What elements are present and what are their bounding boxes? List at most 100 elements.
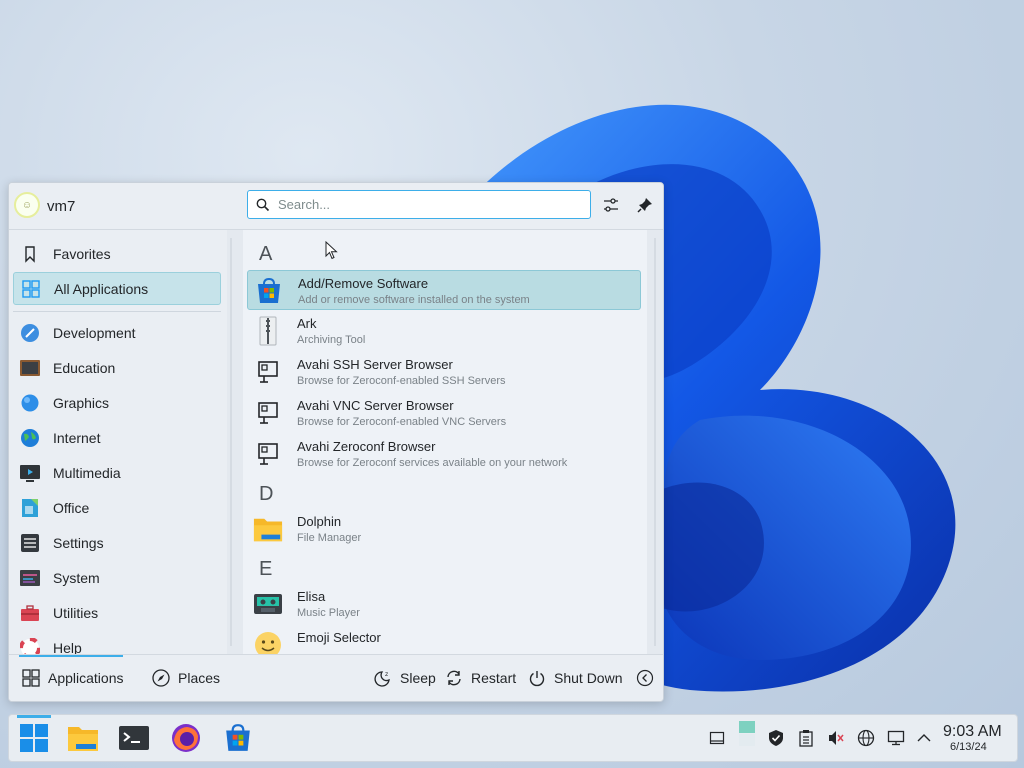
tab-label: Places xyxy=(178,670,221,686)
app-name: Elisa xyxy=(297,589,326,604)
sidebar-item-label: Settings xyxy=(53,534,104,551)
sidebar-item-graphics[interactable]: Graphics xyxy=(13,386,221,419)
software-store-icon xyxy=(226,724,250,751)
grid-icon xyxy=(20,278,42,300)
tab-places[interactable]: Places xyxy=(151,667,220,689)
start-menu-icon xyxy=(20,724,48,752)
sidebar-item-system[interactable]: System xyxy=(13,561,221,594)
taskbar-konsole[interactable] xyxy=(117,721,151,755)
app-description: Browse for Zeroconf services available o… xyxy=(297,457,568,469)
clock-time[interactable]: 9:03 AM xyxy=(943,723,1002,741)
tray-show-desktop[interactable] xyxy=(707,728,727,748)
system-icon xyxy=(19,567,41,589)
application-launcher: ☺ vm7 Search... Favorites All Applicatio… xyxy=(8,182,664,702)
taskbar-firefox[interactable] xyxy=(169,721,203,755)
clipboard-icon xyxy=(799,730,813,747)
sidebar-item-favorites[interactable]: Favorites xyxy=(13,237,221,270)
search-input[interactable] xyxy=(276,196,580,213)
taskbar: 9:03 AM 6/13/24 xyxy=(8,714,1018,762)
app-name: Add/Remove Software xyxy=(298,276,429,291)
app-description: Browse for Zeroconf-enabled VNC Servers xyxy=(297,416,507,428)
tray-network[interactable] xyxy=(856,728,876,748)
launcher-button[interactable] xyxy=(17,721,51,755)
list-item-dolphin[interactable]: Dolphin File Manager xyxy=(247,509,641,549)
taskbar-dolphin[interactable] xyxy=(66,721,100,755)
clock-date[interactable]: 6/13/24 xyxy=(950,741,987,753)
sidebar-item-label: All Applications xyxy=(54,280,149,297)
display-icon xyxy=(887,730,905,746)
applist-scrollbar[interactable] xyxy=(647,230,663,654)
svg-text:z: z xyxy=(385,671,388,678)
app-name: Emoji Selector xyxy=(297,630,381,645)
leave-options-button[interactable] xyxy=(635,667,662,689)
sidebar-item-label: Favorites xyxy=(53,245,111,262)
sliders-icon xyxy=(604,198,618,212)
tray-volume[interactable] xyxy=(826,728,846,748)
sleep-icon: z xyxy=(373,668,393,688)
sidebar-item-label: Utilities xyxy=(53,604,99,621)
tray-security[interactable] xyxy=(766,728,786,748)
cassette-icon xyxy=(253,589,283,619)
grid-icon xyxy=(21,668,41,688)
restart-button[interactable]: Restart xyxy=(444,667,516,689)
sidebar-item-label: Multimedia xyxy=(53,464,121,481)
restart-icon xyxy=(444,668,464,688)
configure-button[interactable] xyxy=(599,193,623,217)
list-item-avahi-ssh[interactable]: Avahi SSH Server Browser Browse for Zero… xyxy=(247,352,641,392)
tab-applications[interactable]: Applications xyxy=(21,667,124,689)
section-letter: A xyxy=(259,243,273,265)
office-icon xyxy=(19,497,41,519)
sidebar-item-label: Graphics xyxy=(53,394,110,411)
application-list: A Add/Remove Software Add or remove soft… xyxy=(243,230,647,654)
list-item-elisa[interactable]: Elisa Music Player xyxy=(247,584,641,624)
sidebar-item-multimedia[interactable]: Multimedia xyxy=(13,456,221,489)
emoji-icon xyxy=(253,630,283,654)
chevron-up-icon xyxy=(917,734,931,742)
list-item-avahi-zeroconf[interactable]: Avahi Zeroconf Browser Browse for Zeroco… xyxy=(247,434,641,474)
bookmark-icon xyxy=(19,243,41,265)
list-item-ark[interactable]: Ark Archiving Tool xyxy=(247,311,641,351)
sidebar-item-office[interactable]: Office xyxy=(13,491,221,524)
tray-clipboard[interactable] xyxy=(796,728,816,748)
sleep-button[interactable]: z Sleep xyxy=(373,667,436,689)
sidebar-item-development[interactable]: Development xyxy=(13,316,221,349)
button-label: Sleep xyxy=(400,670,436,686)
settings-icon xyxy=(19,532,41,554)
sidebar-item-all-applications[interactable]: All Applications xyxy=(13,272,221,305)
app-name: Avahi Zeroconf Browser xyxy=(297,439,436,454)
network-globe-icon xyxy=(857,729,875,747)
tray-display[interactable] xyxy=(886,728,906,748)
sidebar-item-label: Education xyxy=(53,359,116,376)
tray-pager[interactable] xyxy=(737,721,757,746)
tray-expand-button[interactable] xyxy=(914,728,934,748)
pin-button[interactable] xyxy=(633,193,657,217)
development-icon xyxy=(19,322,41,344)
search-box[interactable] xyxy=(247,190,591,219)
archive-icon xyxy=(253,316,283,346)
multimedia-icon xyxy=(19,462,41,484)
window-icon xyxy=(709,731,725,745)
sidebar-separator xyxy=(13,311,221,312)
folder-icon xyxy=(253,514,283,544)
section-letter: E xyxy=(259,558,273,580)
mouse-cursor-icon xyxy=(325,241,338,260)
button-label: Restart xyxy=(471,670,517,686)
user-avatar[interactable]: ☺ xyxy=(14,192,40,218)
list-item-add-remove-software[interactable]: Add/Remove Software Add or remove softwa… xyxy=(247,270,641,310)
sidebar-item-utilities[interactable]: Utilities xyxy=(13,596,221,629)
sidebar-item-internet[interactable]: Internet xyxy=(13,421,221,454)
app-description: Archiving Tool xyxy=(297,334,366,346)
list-item-avahi-vnc[interactable]: Avahi VNC Server Browser Browse for Zero… xyxy=(247,393,641,433)
terminal-icon xyxy=(119,726,149,750)
shutdown-button[interactable]: Shut Down xyxy=(527,667,622,689)
chevron-left-icon xyxy=(635,668,655,688)
sidebar-item-settings[interactable]: Settings xyxy=(13,526,221,559)
compass-icon xyxy=(151,668,171,688)
sidebar-item-label: Internet xyxy=(53,429,101,446)
sidebar-item-education[interactable]: Education xyxy=(13,351,221,384)
taskbar-software-store[interactable] xyxy=(221,721,255,755)
app-name: Avahi VNC Server Browser xyxy=(297,398,454,413)
sidebar-scrollbar[interactable] xyxy=(227,230,243,654)
list-item-emoji-selector[interactable]: Emoji Selector xyxy=(247,625,641,654)
sidebar-item-label: Development xyxy=(53,324,136,341)
